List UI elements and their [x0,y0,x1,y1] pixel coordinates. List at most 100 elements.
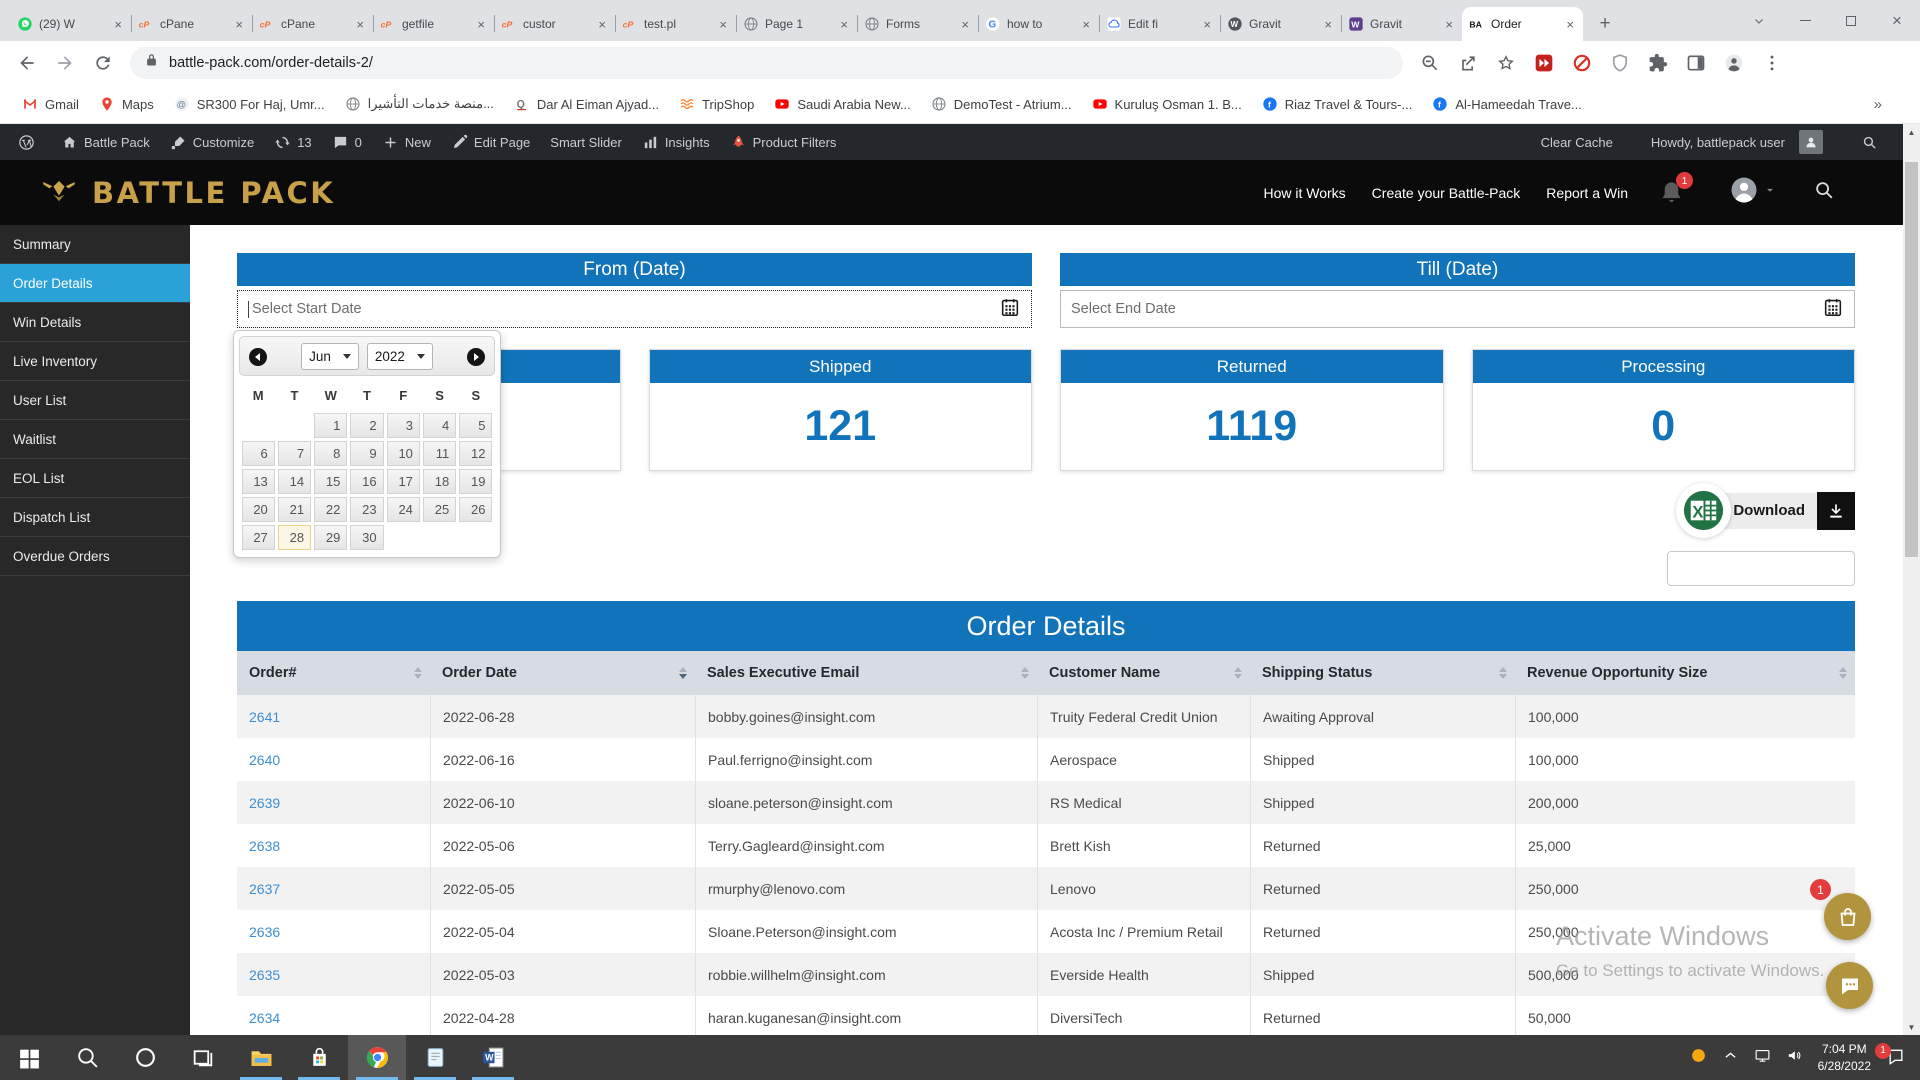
calendar-day-2[interactable]: 2 [350,412,384,438]
browser-tab-cpane[interactable]: cP cPane × [131,7,252,41]
action-center-button[interactable]: 1 [1875,1042,1908,1069]
tab-close-button[interactable]: × [354,17,366,32]
sidebar-item-user-list[interactable]: User List [0,381,190,420]
wp-admin-item-smart-slider[interactable]: Smart Slider [540,124,632,160]
sort-arrows-icon[interactable] [1839,667,1847,679]
order-number-link[interactable]: 2638 [237,824,430,867]
cortana-button[interactable] [116,1035,174,1080]
nav-link-report-a-win[interactable]: Report a Win [1546,185,1628,201]
calendar-icon[interactable] [999,296,1021,323]
scrollbar-down-arrow[interactable]: ▼ [1903,1019,1920,1035]
browser-tab-edit-fi[interactable]: Edit fi × [1099,7,1220,41]
calendar-day-3[interactable]: 3 [386,412,420,438]
bookmark-al-hameedah-trave[interactable]: f Al-Hameedah Trave... [1422,90,1591,118]
side-panel-button[interactable] [1680,47,1712,79]
wp-admin-item-0[interactable]: 0 [322,124,372,160]
share-button[interactable] [1452,47,1484,79]
calendar-day-27[interactable]: 27 [241,524,275,550]
microsoft-store-button[interactable] [290,1035,348,1080]
close-window-button[interactable]: × [1874,0,1920,41]
order-number-link[interactable]: 2640 [237,738,430,781]
cart-floating-button[interactable] [1824,893,1871,940]
calendar-day-29[interactable]: 29 [314,524,348,550]
calendar-day-5[interactable]: 5 [459,412,493,438]
browser-tab-forms[interactable]: Forms × [857,7,978,41]
notepad-taskbar-button[interactable] [406,1035,464,1080]
calendar-day-16[interactable]: 16 [350,468,384,494]
calendar-year-select[interactable]: 2022 [366,342,433,370]
wp-admin-item-wplogo[interactable] [8,124,51,160]
tab-close-button[interactable]: × [233,17,245,32]
tab-close-button[interactable]: × [475,17,487,32]
word-taskbar-button[interactable]: W [464,1035,522,1080]
calendar-day-7[interactable]: 7 [277,440,312,466]
sort-arrows-icon[interactable] [679,667,687,679]
zoom-indicator-icon[interactable] [1414,47,1446,79]
bookmark-[interactable]: منصة خدمات التأشيرا... [335,90,504,118]
wp-admin-item-customize[interactable]: Customize [160,124,264,160]
tab-close-button[interactable]: × [1201,17,1213,32]
tab-close-button[interactable]: × [1080,17,1092,32]
bookmark-maps[interactable]: Maps [89,90,164,118]
browser-tab-gravit[interactable]: W Gravit × [1341,7,1462,41]
extensions-puzzle-button[interactable] [1642,47,1674,79]
order-number-link[interactable]: 2636 [237,910,430,953]
forward-button[interactable] [49,47,81,79]
column-header-order-date[interactable]: Order Date [430,651,695,695]
bookmark-riaz-travel-tours[interactable]: f Riaz Travel & Tours-... [1252,90,1423,118]
download-button[interactable] [1817,491,1855,530]
minimize-button[interactable] [1782,0,1828,41]
sidebar-item-live-inventory[interactable]: Live Inventory [0,342,190,381]
browser-menu-button[interactable] [1756,47,1788,79]
calendar-day-6[interactable]: 6 [241,440,275,466]
column-header-sales-executive-email[interactable]: Sales Executive Email [695,651,1037,695]
sidebar-item-order-details[interactable]: Order Details [0,264,190,303]
extension-shield-icon[interactable] [1604,47,1636,79]
tab-search-button[interactable] [1736,0,1782,41]
calendar-day-23[interactable]: 23 [350,496,384,522]
calendar-icon[interactable] [1822,296,1844,323]
site-logo[interactable]: BATTLE PACK [36,172,335,213]
your-phone-tray-icon[interactable] [1690,1047,1707,1069]
account-menu-button[interactable] [1729,175,1777,210]
file-explorer-button[interactable] [232,1035,290,1080]
scrollbar-up-arrow[interactable]: ▲ [1903,124,1920,140]
bookmarks-overflow-chevron[interactable]: » [1874,96,1908,113]
wp-admin-item-edit-page[interactable]: Edit Page [441,124,540,160]
tab-close-button[interactable]: × [1322,17,1334,32]
end-date-input[interactable]: Select End Date [1060,290,1855,328]
calendar-day-14[interactable]: 14 [277,468,312,494]
bookmark-tripshop[interactable]: TripShop [669,90,764,118]
taskbar-clock[interactable]: 7:04 PM 6/28/2022 [1818,1041,1871,1075]
calendar-month-select[interactable]: Jun [301,342,359,370]
task-view-button[interactable] [174,1035,232,1080]
howdy-user-link[interactable]: Howdy, battlepack user [1641,124,1833,160]
calendar-day-13[interactable]: 13 [241,468,275,494]
maximize-button[interactable] [1828,0,1874,41]
order-number-link[interactable]: 2641 [237,695,430,738]
page-scrollbar[interactable]: ▲ ▼ [1903,124,1920,1035]
calendar-day-21[interactable]: 21 [277,496,312,522]
sort-arrows-icon[interactable] [1021,667,1029,679]
tab-close-button[interactable]: × [717,17,729,32]
tray-expand-chevron[interactable] [1722,1047,1739,1069]
browser-tab-test-pl[interactable]: cP test.pl × [615,7,736,41]
calendar-day-30[interactable]: 30 [350,524,384,550]
scrollbar-thumb[interactable] [1905,162,1918,557]
sort-arrows-icon[interactable] [414,667,422,679]
calendar-day-24[interactable]: 24 [386,496,420,522]
wp-admin-item-product-filters[interactable]: Product Filters [720,124,847,160]
browser-tab-how-to[interactable]: Ghow to × [978,7,1099,41]
reload-button[interactable] [87,47,119,79]
browser-tab-cpane[interactable]: cP cPane × [252,7,373,41]
browser-tab-gravit[interactable]: W Gravit × [1220,7,1341,41]
column-header-customer-name[interactable]: Customer Name [1037,651,1250,695]
tab-close-button[interactable]: × [838,17,850,32]
calendar-day-12[interactable]: 12 [459,440,493,466]
order-number-link[interactable]: 2637 [237,867,430,910]
column-header-shipping-status[interactable]: Shipping Status [1250,651,1515,695]
tab-close-button[interactable]: × [112,17,124,32]
calendar-day-22[interactable]: 22 [314,496,348,522]
profile-button[interactable] [1718,47,1750,79]
tab-close-button[interactable]: × [1443,17,1455,32]
